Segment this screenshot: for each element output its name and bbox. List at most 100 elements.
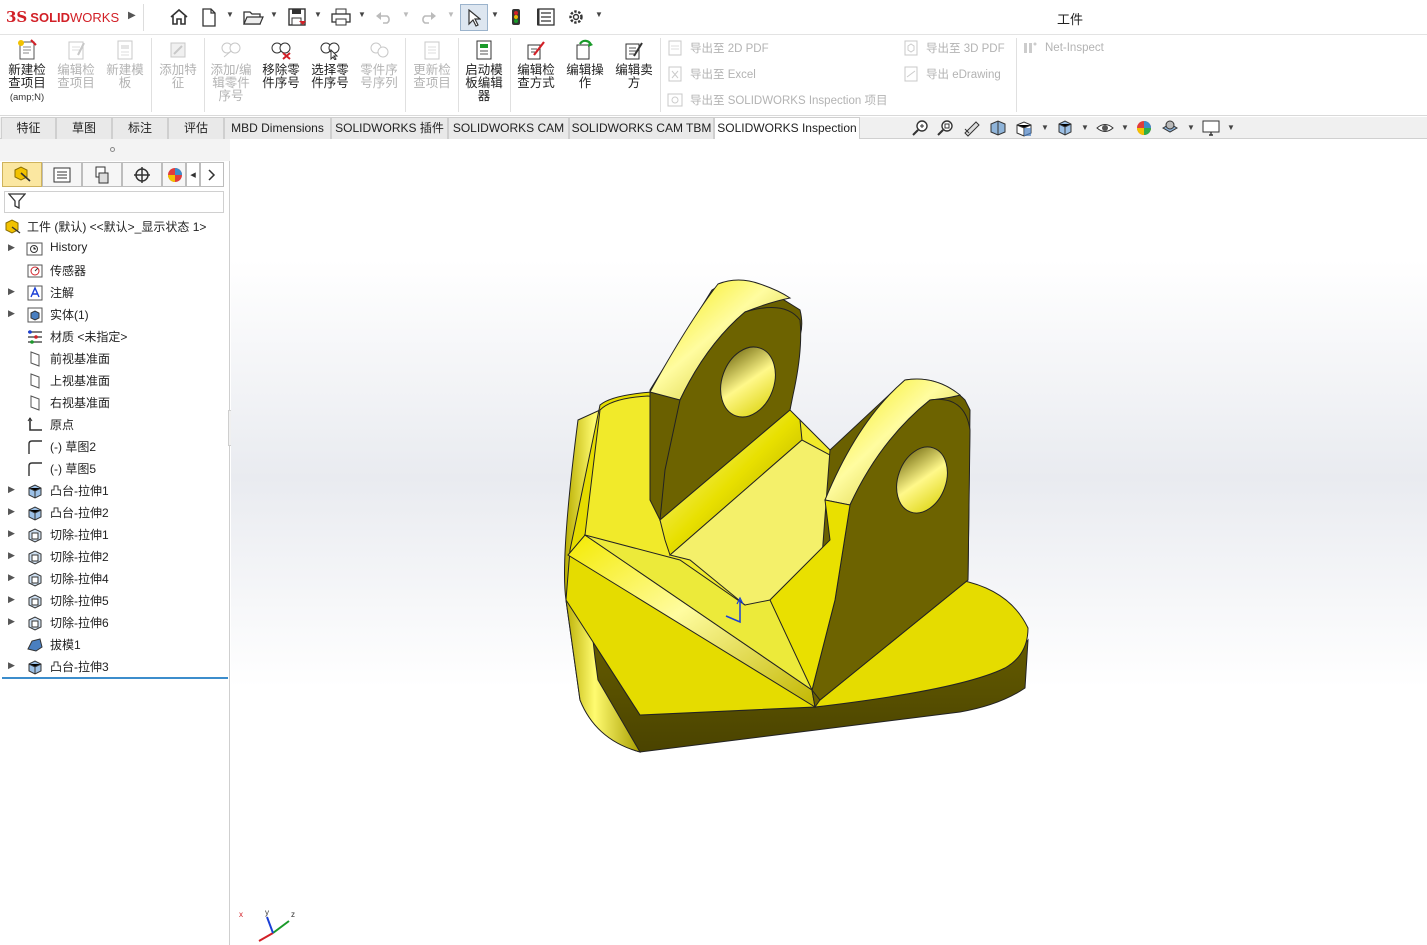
tab-solidworks-cam[interactable]: SOLIDWORKS CAM	[448, 117, 569, 139]
configuration-manager-icon[interactable]	[82, 162, 122, 187]
view-settings-icon[interactable]	[1201, 119, 1221, 137]
tab-solidworks-cam-tbm[interactable]: SOLIDWORKS CAM TBM	[569, 117, 714, 139]
tree-item[interactable]: ▶ 凸台-拉伸3	[0, 655, 228, 677]
tree-item[interactable]: (-) 草图2	[0, 435, 228, 457]
new-template-button[interactable]: 新建模板	[102, 38, 148, 112]
view-settings-dropdown-icon[interactable]: ▼	[1227, 123, 1235, 132]
tree-item[interactable]: ▶ 凸台-拉伸1	[0, 479, 228, 501]
tab-sketch[interactable]: 草图	[56, 117, 112, 139]
solidworks-logo[interactable]: 3S SOLID WORKS	[6, 7, 119, 27]
options-dropdown-icon[interactable]: ▼	[595, 10, 603, 19]
edit-appearance-icon[interactable]	[1135, 119, 1155, 137]
export-edrawing-button[interactable]: 导出 eDrawing	[902, 65, 1001, 83]
tree-item[interactable]: ▶ 切除-拉伸2	[0, 545, 228, 567]
rebuild-traffic-light-icon[interactable]	[508, 6, 524, 28]
remove-balloon-button[interactable]: 移除零件序号	[258, 38, 304, 112]
apply-scene-icon[interactable]	[1160, 119, 1180, 137]
tree-item[interactable]: 传感器	[0, 259, 228, 281]
open-dropdown-icon[interactable]: ▼	[270, 10, 278, 19]
expand-arrow-icon[interactable]: ▶	[8, 308, 15, 319]
save-dropdown-icon[interactable]: ▼	[314, 10, 322, 19]
panel-tabs-scroll-left-icon[interactable]: ◂	[186, 162, 200, 187]
select-balloon-button[interactable]: 选择零件序号	[307, 38, 353, 112]
tree-filter-field[interactable]	[4, 191, 224, 213]
tab-solidworks-inspection[interactable]: SOLIDWORKS Inspection	[714, 117, 860, 140]
display-style-icon[interactable]	[1055, 119, 1075, 137]
expand-arrow-icon[interactable]: ▶	[8, 528, 15, 539]
tree-item[interactable]: ▶ 切除-拉伸5	[0, 589, 228, 611]
redo-icon[interactable]	[418, 6, 438, 28]
edit-vendor-button[interactable]: 编辑卖方	[611, 38, 657, 112]
net-inspect-button[interactable]: Net-Inspect	[1021, 39, 1104, 57]
tree-item[interactable]: 右视基准面	[0, 391, 228, 413]
undo-icon[interactable]	[374, 6, 394, 28]
expand-arrow-icon[interactable]: ▶	[8, 660, 15, 671]
tab-annotation[interactable]: 标注	[112, 117, 168, 139]
menu-expand-arrow-icon[interactable]: ▶	[128, 10, 136, 21]
expand-arrow-icon[interactable]: ▶	[8, 484, 15, 495]
edit-inspection-method-button[interactable]: 编辑检查方式	[513, 38, 559, 112]
tab-features[interactable]: 特征	[1, 117, 56, 139]
tree-item[interactable]: (-) 草图5	[0, 457, 228, 479]
tree-item[interactable]: ▶ 切除-拉伸1	[0, 523, 228, 545]
hide-show-items-icon[interactable]	[1095, 119, 1115, 137]
tree-item[interactable]: ▶ 注解	[0, 281, 228, 303]
clevis-bracket-part-model[interactable]	[231, 139, 1427, 945]
tree-item[interactable]: 拔模1	[0, 633, 228, 655]
property-manager-icon[interactable]	[42, 162, 82, 187]
tree-item[interactable]: ▶ History	[0, 237, 228, 259]
splitter-grip-icon[interactable]	[110, 147, 115, 152]
tree-item[interactable]: ▶ 切除-拉伸6	[0, 611, 228, 633]
add-feature-button[interactable]: 添加特征	[155, 38, 201, 112]
select-dropdown-icon[interactable]: ▼	[491, 10, 499, 19]
export-inspection-project-button[interactable]: 导出至 SOLIDWORKS Inspection 项目	[666, 91, 887, 109]
tab-solidworks-addins[interactable]: SOLIDWORKS 插件	[331, 117, 448, 139]
undo-dropdown-icon[interactable]: ▼	[402, 10, 410, 19]
display-style-dropdown-icon[interactable]: ▼	[1081, 123, 1089, 132]
dimxpert-manager-icon[interactable]	[122, 162, 162, 187]
add-edit-balloon-button[interactable]: 添加/编辑零件序号	[208, 38, 254, 112]
previous-view-icon[interactable]	[962, 119, 982, 137]
zoom-to-fit-icon[interactable]	[911, 119, 931, 137]
open-folder-icon[interactable]	[242, 6, 264, 28]
feature-manager-icon[interactable]	[2, 162, 42, 187]
export-3d-pdf-button[interactable]: 导出至 3D PDF	[902, 39, 1005, 57]
tree-item[interactable]: 上视基准面	[0, 369, 228, 391]
tree-item[interactable]: ▶ 凸台-拉伸2	[0, 501, 228, 523]
filter-funnel-icon[interactable]	[7, 192, 27, 212]
expand-arrow-icon[interactable]: ▶	[8, 506, 15, 517]
print-icon[interactable]	[330, 6, 352, 28]
panel-tabs-scroll-right-icon[interactable]	[200, 162, 224, 187]
edit-operation-button[interactable]: 编辑操作	[562, 38, 608, 112]
expand-arrow-icon[interactable]: ▶	[8, 550, 15, 561]
print-dropdown-icon[interactable]: ▼	[358, 10, 366, 19]
home-icon[interactable]	[168, 6, 190, 28]
export-excel-button[interactable]: 导出至 Excel	[666, 65, 756, 83]
display-manager-icon[interactable]	[162, 162, 186, 187]
tree-item[interactable]: 材质 <未指定>	[0, 325, 228, 347]
rollback-bar[interactable]	[2, 677, 228, 679]
expand-arrow-icon[interactable]: ▶	[8, 286, 15, 297]
balloon-sequence-button[interactable]: 零件序号序列	[356, 38, 402, 112]
export-2d-pdf-button[interactable]: 导出至 2D PDF	[666, 39, 769, 57]
tree-item[interactable]: ▶ 实体(1)	[0, 303, 228, 325]
edit-inspection-project-button[interactable]: 编辑检查项目	[53, 38, 99, 112]
new-inspection-project-button[interactable]: 新建检查项目 (amp;N)	[4, 38, 50, 112]
tree-root-part[interactable]: 工件 (默认) <<默认>_显示状态 1>	[0, 215, 228, 237]
select-cursor-icon[interactable]	[460, 4, 488, 31]
new-document-icon[interactable]	[200, 6, 218, 28]
expand-arrow-icon[interactable]: ▶	[8, 594, 15, 605]
file-properties-icon[interactable]	[536, 6, 556, 28]
apply-scene-dropdown-icon[interactable]: ▼	[1187, 123, 1195, 132]
tree-item[interactable]: 原点	[0, 413, 228, 435]
view-orientation-dropdown-icon[interactable]: ▼	[1041, 123, 1049, 132]
hide-show-dropdown-icon[interactable]: ▼	[1121, 123, 1129, 132]
panel-splitter[interactable]	[0, 139, 230, 161]
zoom-to-area-icon[interactable]	[936, 119, 956, 137]
section-view-icon[interactable]	[988, 119, 1008, 137]
expand-arrow-icon[interactable]: ▶	[8, 572, 15, 583]
expand-arrow-icon[interactable]: ▶	[8, 616, 15, 627]
tree-item[interactable]: 前视基准面	[0, 347, 228, 369]
tab-mbd-dimensions[interactable]: MBD Dimensions	[224, 117, 331, 139]
update-inspection-project-button[interactable]: 更新检查项目	[409, 38, 455, 112]
